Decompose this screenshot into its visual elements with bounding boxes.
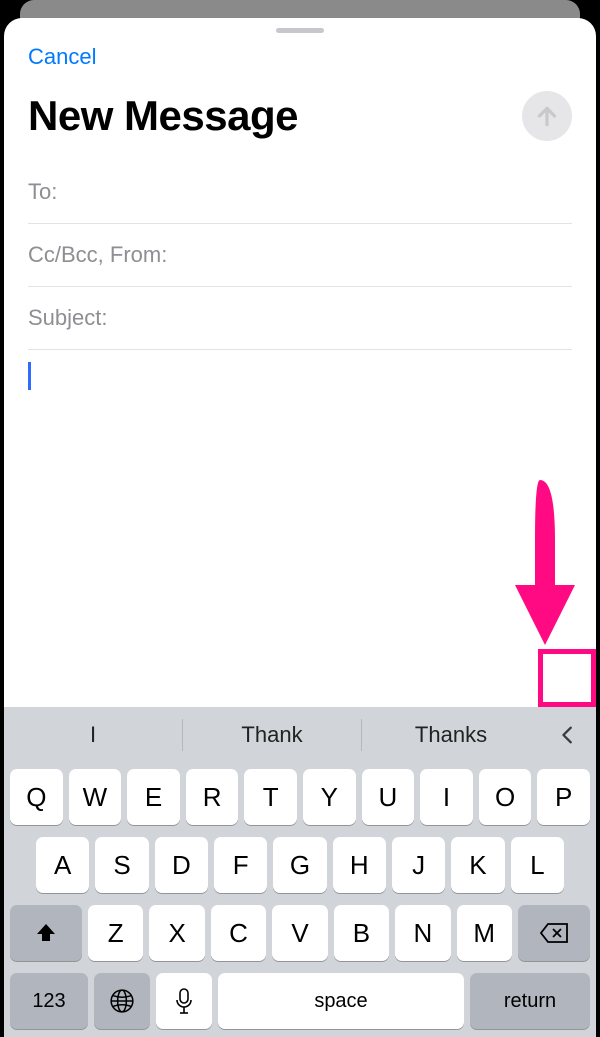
suggestion-3[interactable]: Thanks [362, 707, 540, 763]
key-d[interactable]: D [155, 837, 208, 893]
ccbcc-label: Cc/Bcc, From: [28, 242, 167, 268]
top-bar: Cancel [4, 39, 596, 75]
key-e[interactable]: E [127, 769, 180, 825]
globe-key[interactable] [94, 973, 150, 1029]
chevron-left-icon [557, 721, 579, 749]
send-button[interactable] [522, 91, 572, 141]
key-row-4: 123 space return [4, 967, 596, 1029]
key-i[interactable]: I [420, 769, 473, 825]
key-j[interactable]: J [392, 837, 445, 893]
space-key[interactable]: space [218, 973, 464, 1029]
key-m[interactable]: M [457, 905, 512, 961]
key-a[interactable]: A [36, 837, 89, 893]
key-b[interactable]: B [334, 905, 389, 961]
numbers-key[interactable]: 123 [10, 973, 88, 1029]
key-c[interactable]: C [211, 905, 266, 961]
sheet-grabber[interactable] [276, 28, 324, 33]
key-v[interactable]: V [272, 905, 327, 961]
body-textarea[interactable] [4, 350, 596, 707]
arrow-up-icon [534, 103, 560, 129]
subject-input[interactable] [116, 305, 573, 331]
key-t[interactable]: T [244, 769, 297, 825]
key-row-2: A S D F G H J K L [4, 831, 596, 899]
text-cursor [28, 362, 31, 390]
ccbcc-field-row[interactable]: Cc/Bcc, From: [28, 224, 572, 287]
subject-field-row[interactable]: Subject: [28, 287, 572, 350]
suggestion-1[interactable]: I [4, 707, 182, 763]
key-n[interactable]: N [395, 905, 450, 961]
ccbcc-input[interactable] [175, 242, 572, 268]
compose-sheet: Cancel New Message To: Cc/Bcc, From: Sub… [4, 18, 596, 1037]
key-l[interactable]: L [511, 837, 564, 893]
microphone-icon [174, 987, 194, 1015]
to-input[interactable] [65, 179, 572, 205]
key-row-3: Z X C V B N M [4, 899, 596, 967]
shift-icon [34, 921, 58, 945]
globe-icon [109, 988, 135, 1014]
suggestion-2[interactable]: Thank [183, 707, 361, 763]
subject-label: Subject: [28, 305, 108, 331]
suggestion-bar: I Thank Thanks [4, 707, 596, 763]
key-s[interactable]: S [95, 837, 148, 893]
backspace-icon [539, 922, 569, 944]
keyboard-toolbar-toggle[interactable] [540, 707, 596, 763]
key-y[interactable]: Y [303, 769, 356, 825]
keyboard: I Thank Thanks Q W E R T Y U I O P A [4, 707, 596, 1037]
key-z[interactable]: Z [88, 905, 143, 961]
key-r[interactable]: R [186, 769, 239, 825]
key-k[interactable]: K [451, 837, 504, 893]
dictation-key[interactable] [156, 973, 212, 1029]
shift-key[interactable] [10, 905, 82, 961]
fields: To: Cc/Bcc, From: Subject: [4, 161, 596, 350]
title-row: New Message [4, 75, 596, 161]
key-f[interactable]: F [214, 837, 267, 893]
key-p[interactable]: P [537, 769, 590, 825]
key-w[interactable]: W [69, 769, 122, 825]
key-g[interactable]: G [273, 837, 326, 893]
key-x[interactable]: X [149, 905, 204, 961]
to-label: To: [28, 179, 57, 205]
key-u[interactable]: U [362, 769, 415, 825]
key-o[interactable]: O [479, 769, 532, 825]
cancel-button[interactable]: Cancel [28, 44, 96, 70]
key-row-1: Q W E R T Y U I O P [4, 763, 596, 831]
backspace-key[interactable] [518, 905, 590, 961]
to-field-row[interactable]: To: [28, 161, 572, 224]
key-q[interactable]: Q [10, 769, 63, 825]
page-title: New Message [28, 92, 298, 140]
key-h[interactable]: H [333, 837, 386, 893]
return-key[interactable]: return [470, 973, 590, 1029]
